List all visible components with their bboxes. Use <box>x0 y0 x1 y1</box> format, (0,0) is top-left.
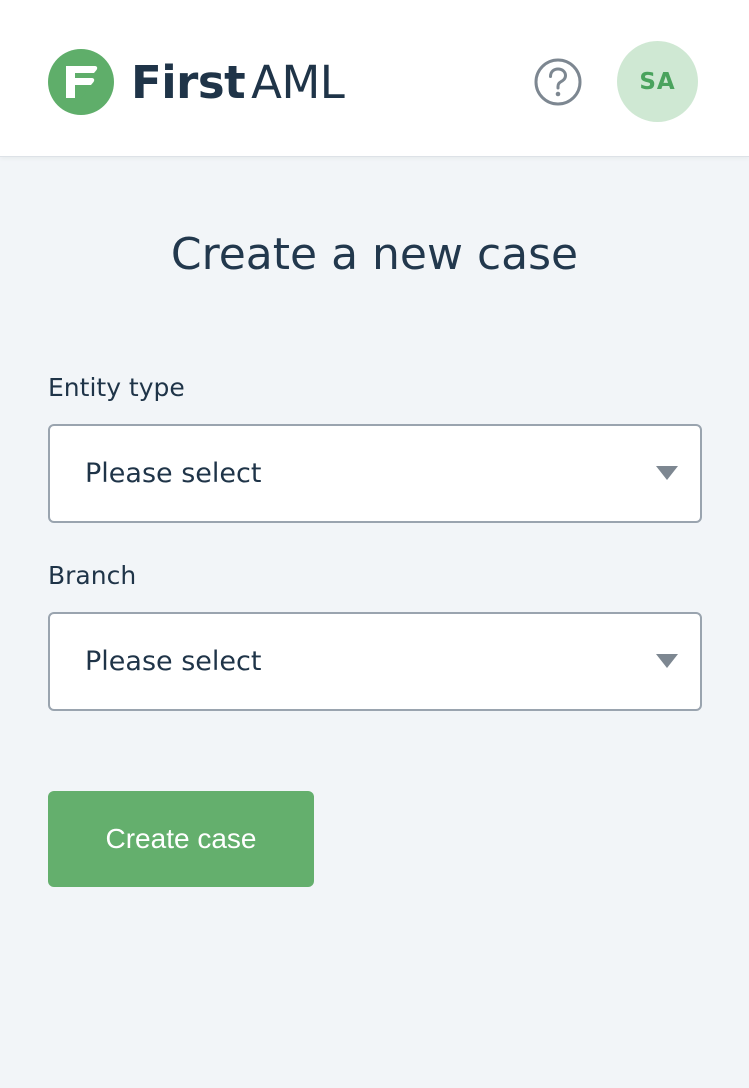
user-avatar[interactable]: SA <box>617 41 698 122</box>
brand-name-aml: AML <box>251 55 345 109</box>
brand-logo[interactable]: First AML <box>48 49 345 115</box>
question-circle-icon[interactable] <box>533 57 583 107</box>
entity-type-label: Entity type <box>48 373 185 402</box>
brand-name: First AML <box>131 60 345 105</box>
first-aml-logo-icon <box>48 49 114 115</box>
entity-type-value: Please select <box>85 458 262 489</box>
app-header: First AML SA <box>0 0 749 157</box>
branch-label: Branch <box>48 561 137 590</box>
branch-value: Please select <box>85 646 262 677</box>
caret-down-icon <box>656 466 678 480</box>
entity-type-select[interactable]: Please select <box>48 424 702 523</box>
brand-name-first: First <box>131 55 246 109</box>
caret-down-icon <box>656 654 678 668</box>
branch-select[interactable]: Please select <box>48 612 702 711</box>
page-title: Create a new case <box>170 229 579 280</box>
create-case-button[interactable]: Create case <box>48 791 314 887</box>
